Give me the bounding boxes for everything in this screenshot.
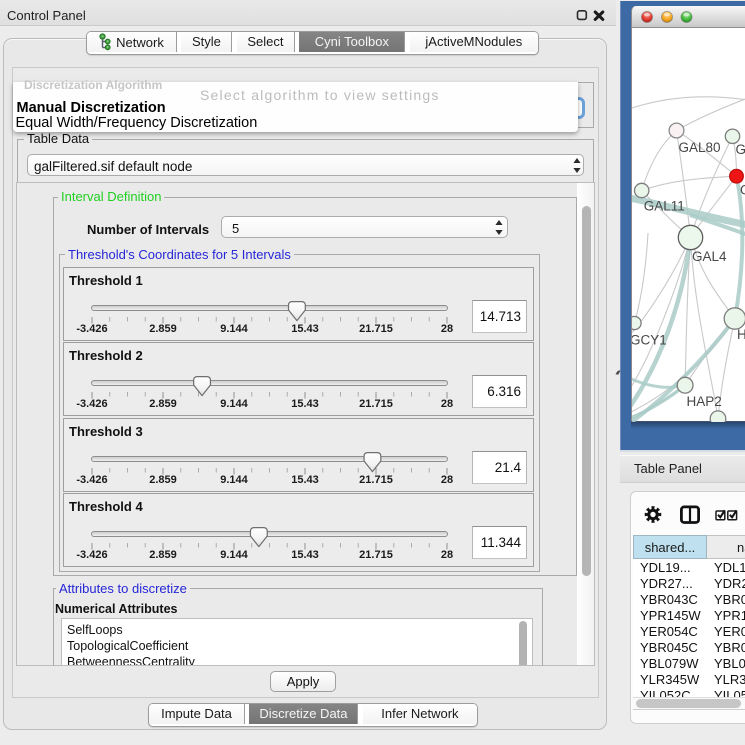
svg-text:GAL11: GAL11 — [643, 198, 684, 213]
svg-text:GAL4: GAL4 — [692, 248, 727, 263]
svg-text:9.144: 9.144 — [220, 549, 248, 561]
svg-text:21.715: 21.715 — [359, 323, 393, 335]
svg-text:28: 28 — [441, 474, 453, 486]
svg-text:GAL80: GAL80 — [678, 140, 720, 155]
svg-text:21.715: 21.715 — [359, 398, 393, 410]
svg-text:28: 28 — [441, 323, 453, 335]
svg-text:9.144: 9.144 — [220, 398, 248, 410]
svg-text:15.43: 15.43 — [291, 398, 319, 410]
svg-text:G: G — [740, 182, 745, 197]
svg-text:15.43: 15.43 — [291, 549, 319, 561]
svg-text:H: H — [737, 327, 745, 342]
svg-text:15.43: 15.43 — [291, 323, 319, 335]
svg-text:-3.426: -3.426 — [76, 474, 107, 486]
svg-text:-3.426: -3.426 — [76, 323, 107, 335]
svg-text:2.859: 2.859 — [149, 398, 177, 410]
svg-text:2.859: 2.859 — [149, 549, 177, 561]
svg-text:-3.426: -3.426 — [76, 398, 107, 410]
svg-text:9.144: 9.144 — [220, 323, 248, 335]
svg-text:9.144: 9.144 — [220, 474, 248, 486]
svg-text:-3.426: -3.426 — [76, 549, 107, 561]
svg-text:GA: GA — [735, 142, 745, 157]
svg-text:21.715: 21.715 — [359, 474, 393, 486]
svg-text:28: 28 — [441, 549, 453, 561]
svg-text:21.715: 21.715 — [359, 549, 393, 561]
svg-text:2.859: 2.859 — [149, 323, 177, 335]
svg-text:15.43: 15.43 — [291, 474, 319, 486]
svg-text:GCY1: GCY1 — [632, 332, 667, 347]
svg-text:HAP2: HAP2 — [686, 394, 721, 409]
svg-text:28: 28 — [441, 398, 453, 410]
svg-text:2.859: 2.859 — [149, 474, 177, 486]
